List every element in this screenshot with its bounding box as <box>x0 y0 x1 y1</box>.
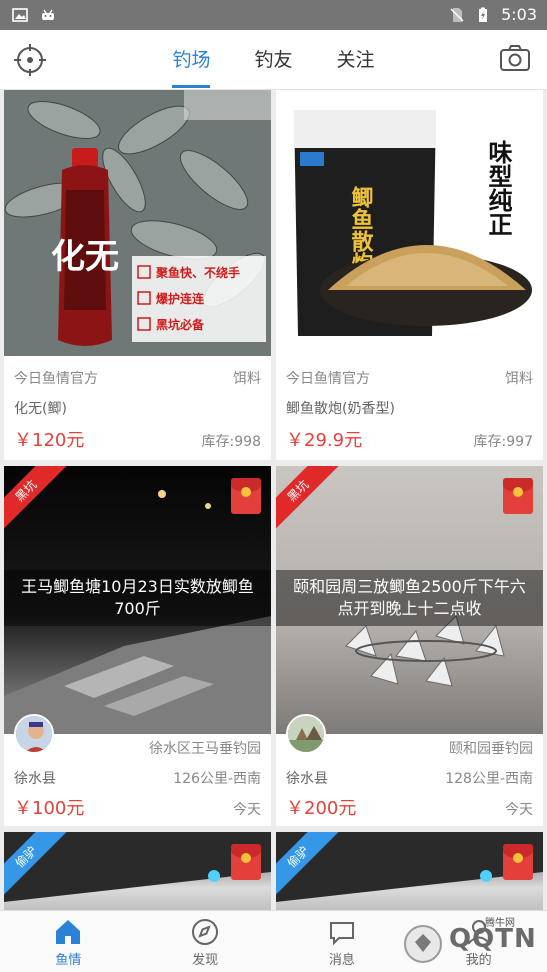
watermark-small-text: 腾牛网 <box>485 918 515 929</box>
tab-fishing-spots[interactable]: 钓场 <box>172 30 211 90</box>
tab-anglers[interactable]: 钓友 <box>254 30 292 90</box>
product-image: 化无 聚鱼快、不绕手 爆护连连 黑坑必备 <box>4 90 271 356</box>
spot-pond-row: 徐水区王马垂钓园 <box>14 738 261 758</box>
spot-price: ￥100元 <box>14 798 85 819</box>
fishing-spot-card[interactable]: 偷驴 <box>276 832 543 912</box>
product-bullet: 聚鱼快、不绕手 <box>155 265 240 280</box>
tab-following[interactable]: 关注 <box>337 30 375 90</box>
image-notification-icon <box>12 8 28 22</box>
county: 徐水县 <box>286 771 328 787</box>
no-sim-icon <box>450 7 464 22</box>
spot-location-row: 徐水县 128公里-西南 <box>286 768 533 788</box>
spot-title: 颐和园周三放鲫鱼2500斤下午六点开到晚上十二点收 <box>276 570 543 626</box>
top-nav: 钓场 钓友 关注 <box>0 30 547 90</box>
product-meta: 今日鱼情官方 饵料 <box>286 368 533 388</box>
price-row: ￥120元 库存:998 <box>14 426 261 452</box>
home-icon <box>56 920 81 944</box>
seller-name: 今日鱼情官方 <box>14 371 98 387</box>
watermark-emblem <box>404 925 442 963</box>
product-price: ￥29.9元 <box>286 430 363 451</box>
android-notification-icon <box>42 9 54 20</box>
product-image: 鲫鱼散炮 味型纯正 <box>276 90 543 356</box>
fishing-spot-card[interactable]: 黑坑 王马鲫鱼塘10月23日实数放鲫鱼700斤 徐水区王马垂钓园 徐水县 126… <box>4 466 271 826</box>
price-row: ￥29.9元 库存:997 <box>286 426 533 452</box>
side-slogan: 味型纯正 <box>484 140 512 236</box>
fishing-spot-card[interactable]: 偷驴 <box>4 832 271 912</box>
product-category: 饵料 <box>505 371 533 387</box>
pond-name: 徐水区王马垂钓园 <box>149 741 261 757</box>
nav-fish-report[interactable]: 鱼情 <box>0 911 137 972</box>
compass-icon <box>192 919 219 945</box>
nav-discover[interactable]: 发现 <box>137 911 274 972</box>
spot-date: 今天 <box>505 802 533 818</box>
spot-date: 今天 <box>233 802 261 818</box>
product-photo-graphic: 化无 聚鱼快、不绕手 爆护连连 黑坑必备 <box>4 90 271 356</box>
price-row: ￥200元 今天 <box>286 794 533 820</box>
red-packet-icon[interactable] <box>231 844 261 880</box>
spot-title: 王马鲫鱼塘10月23日实数放鲫鱼700斤 <box>4 570 271 626</box>
product-stock: 库存:998 <box>201 434 261 450</box>
red-packet-icon[interactable] <box>503 478 533 514</box>
red-packet-icon[interactable] <box>503 844 533 880</box>
nav-label: 鱼情 <box>55 953 82 968</box>
product-name: 鲫鱼散炮(奶香型) <box>286 401 395 417</box>
bottle-label: 化无 <box>51 237 119 277</box>
chat-icon <box>329 922 354 946</box>
county: 徐水县 <box>14 771 56 787</box>
product-card[interactable]: 鲫鱼散炮 味型纯正 今日鱼情官方 饵料 鲫鱼散炮(奶香型) ￥29.9元 库存:… <box>276 90 543 460</box>
product-price: ￥120元 <box>14 430 85 451</box>
price-row: ￥100元 今天 <box>14 794 261 820</box>
camera-icon[interactable] <box>499 44 531 72</box>
product-meta: 今日鱼情官方 饵料 <box>14 368 261 388</box>
fishing-spot-card[interactable]: 黑坑 颐和园周三放鲫鱼2500斤下午六点开到晚上十二点收 颐和园垂钓园 徐水县 … <box>276 466 543 826</box>
distance: 128公里-西南 <box>445 771 533 787</box>
spot-pond-row: 颐和园垂钓园 <box>286 738 533 758</box>
product-stock: 库存:997 <box>473 434 533 450</box>
red-packet-icon[interactable] <box>231 478 261 514</box>
tab-bar: 钓场 钓友 关注 <box>0 30 547 90</box>
nav-label: 消息 <box>328 953 355 968</box>
spot-location-row: 徐水县 126公里-西南 <box>14 768 261 788</box>
product-photo-graphic: 鲫鱼散炮 味型纯正 <box>276 90 543 356</box>
status-bar: 5:03 <box>0 0 547 30</box>
spot-price: ￥200元 <box>286 798 357 819</box>
product-bullet: 黑坑必备 <box>156 317 205 332</box>
seller-name: 今日鱼情官方 <box>286 371 370 387</box>
product-bullet: 爆护连连 <box>156 291 205 306</box>
product-category: 饵料 <box>233 371 261 387</box>
product-name: 化无(鲫) <box>14 401 67 417</box>
nav-messages[interactable]: 消息 <box>274 911 411 972</box>
nav-label: 发现 <box>192 953 219 968</box>
distance: 126公里-西南 <box>173 771 261 787</box>
clock: 5:03 <box>501 5 537 24</box>
product-card[interactable]: 化无 聚鱼快、不绕手 爆护连连 黑坑必备 今日鱼情官方 饵料 化无(鲫) ￥12… <box>4 90 271 460</box>
watermark-logo: QQTN 腾牛网 <box>399 918 539 966</box>
battery-charging-icon <box>479 7 488 22</box>
pond-name: 颐和园垂钓园 <box>449 741 533 757</box>
